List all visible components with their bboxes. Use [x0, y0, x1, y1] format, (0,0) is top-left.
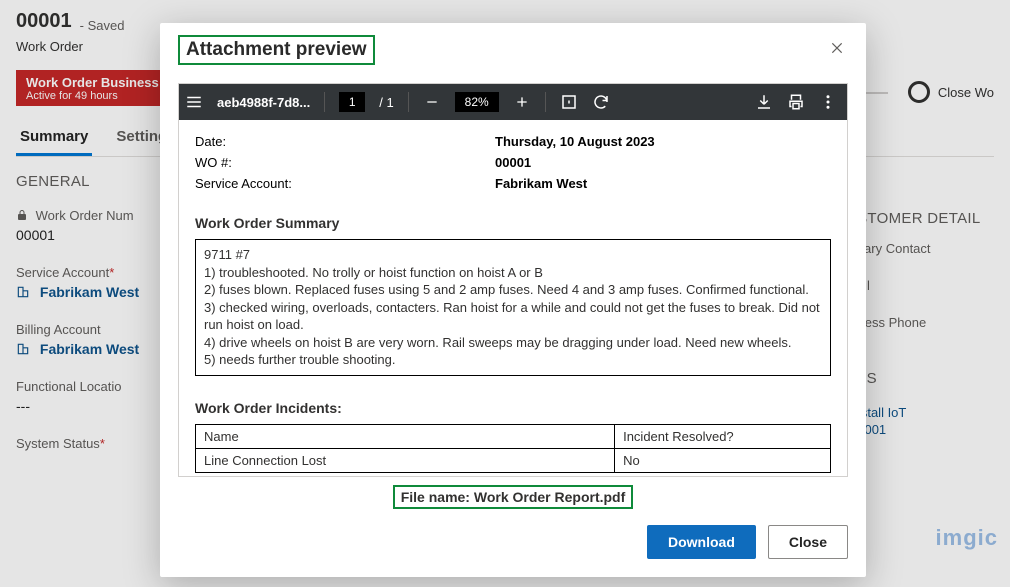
zoom-out-icon[interactable]: [423, 93, 441, 111]
pdf-svc-value: Fabrikam West: [495, 176, 587, 191]
more-icon[interactable]: [819, 93, 837, 111]
hamburger-icon[interactable]: [185, 93, 203, 111]
print-icon[interactable]: [787, 93, 805, 111]
modal-header: Attachment preview: [160, 23, 866, 75]
attachment-preview-modal: Attachment preview aeb4988f-7d8... 1 / 1…: [160, 23, 866, 577]
rotate-icon[interactable]: [592, 93, 610, 111]
pdf-toolbar: aeb4988f-7d8... 1 / 1 82%: [179, 84, 847, 120]
modal-footer: Download Close: [160, 517, 866, 575]
download-icon[interactable]: [755, 93, 773, 111]
pdf-incidents-row1-resolved: No: [615, 448, 831, 472]
pdf-summary-box: 9711 #7 1) troubleshooted. No trolly or …: [195, 239, 831, 376]
pdf-page-total: / 1: [379, 95, 393, 110]
pdf-incidents-table: Name Incident Resolved? Line Connection …: [195, 424, 831, 473]
zoom-in-icon[interactable]: [513, 93, 531, 111]
pdf-file-name: aeb4988f-7d8...: [217, 95, 310, 110]
pdf-incidents-col-name: Name: [196, 424, 615, 448]
pdf-wo-label: WO #:: [195, 155, 495, 170]
close-icon[interactable]: [826, 37, 848, 64]
pdf-incidents-row1-name: Line Connection Lost: [196, 448, 615, 472]
pdf-date-label: Date:: [195, 134, 495, 149]
pdf-date-value: Thursday, 10 August 2023: [495, 134, 655, 149]
file-name-box: File name: Work Order Report.pdf: [393, 485, 634, 509]
fit-page-icon[interactable]: [560, 93, 578, 111]
pdf-page[interactable]: Date: Thursday, 10 August 2023 WO #: 000…: [179, 120, 847, 476]
pdf-wo-value: 00001: [495, 155, 531, 170]
pdf-page-input[interactable]: 1: [339, 92, 365, 112]
pdf-summary-header: Work Order Summary: [195, 215, 831, 231]
file-name-label: File name:: [401, 489, 474, 505]
file-name-value: Work Order Report.pdf: [474, 489, 625, 505]
file-name-line: File name: Work Order Report.pdf: [393, 485, 634, 509]
pdf-viewer: aeb4988f-7d8... 1 / 1 82%: [178, 83, 848, 477]
download-button[interactable]: Download: [647, 525, 756, 559]
pdf-incidents-col-resolved: Incident Resolved?: [615, 424, 831, 448]
pdf-incidents-header: Work Order Incidents:: [195, 400, 831, 416]
pdf-zoom-input[interactable]: 82%: [455, 92, 499, 112]
close-button[interactable]: Close: [768, 525, 848, 559]
pdf-svc-label: Service Account:: [195, 176, 495, 191]
modal-title: Attachment preview: [178, 35, 375, 65]
table-row: Line Connection Lost No: [196, 448, 831, 472]
